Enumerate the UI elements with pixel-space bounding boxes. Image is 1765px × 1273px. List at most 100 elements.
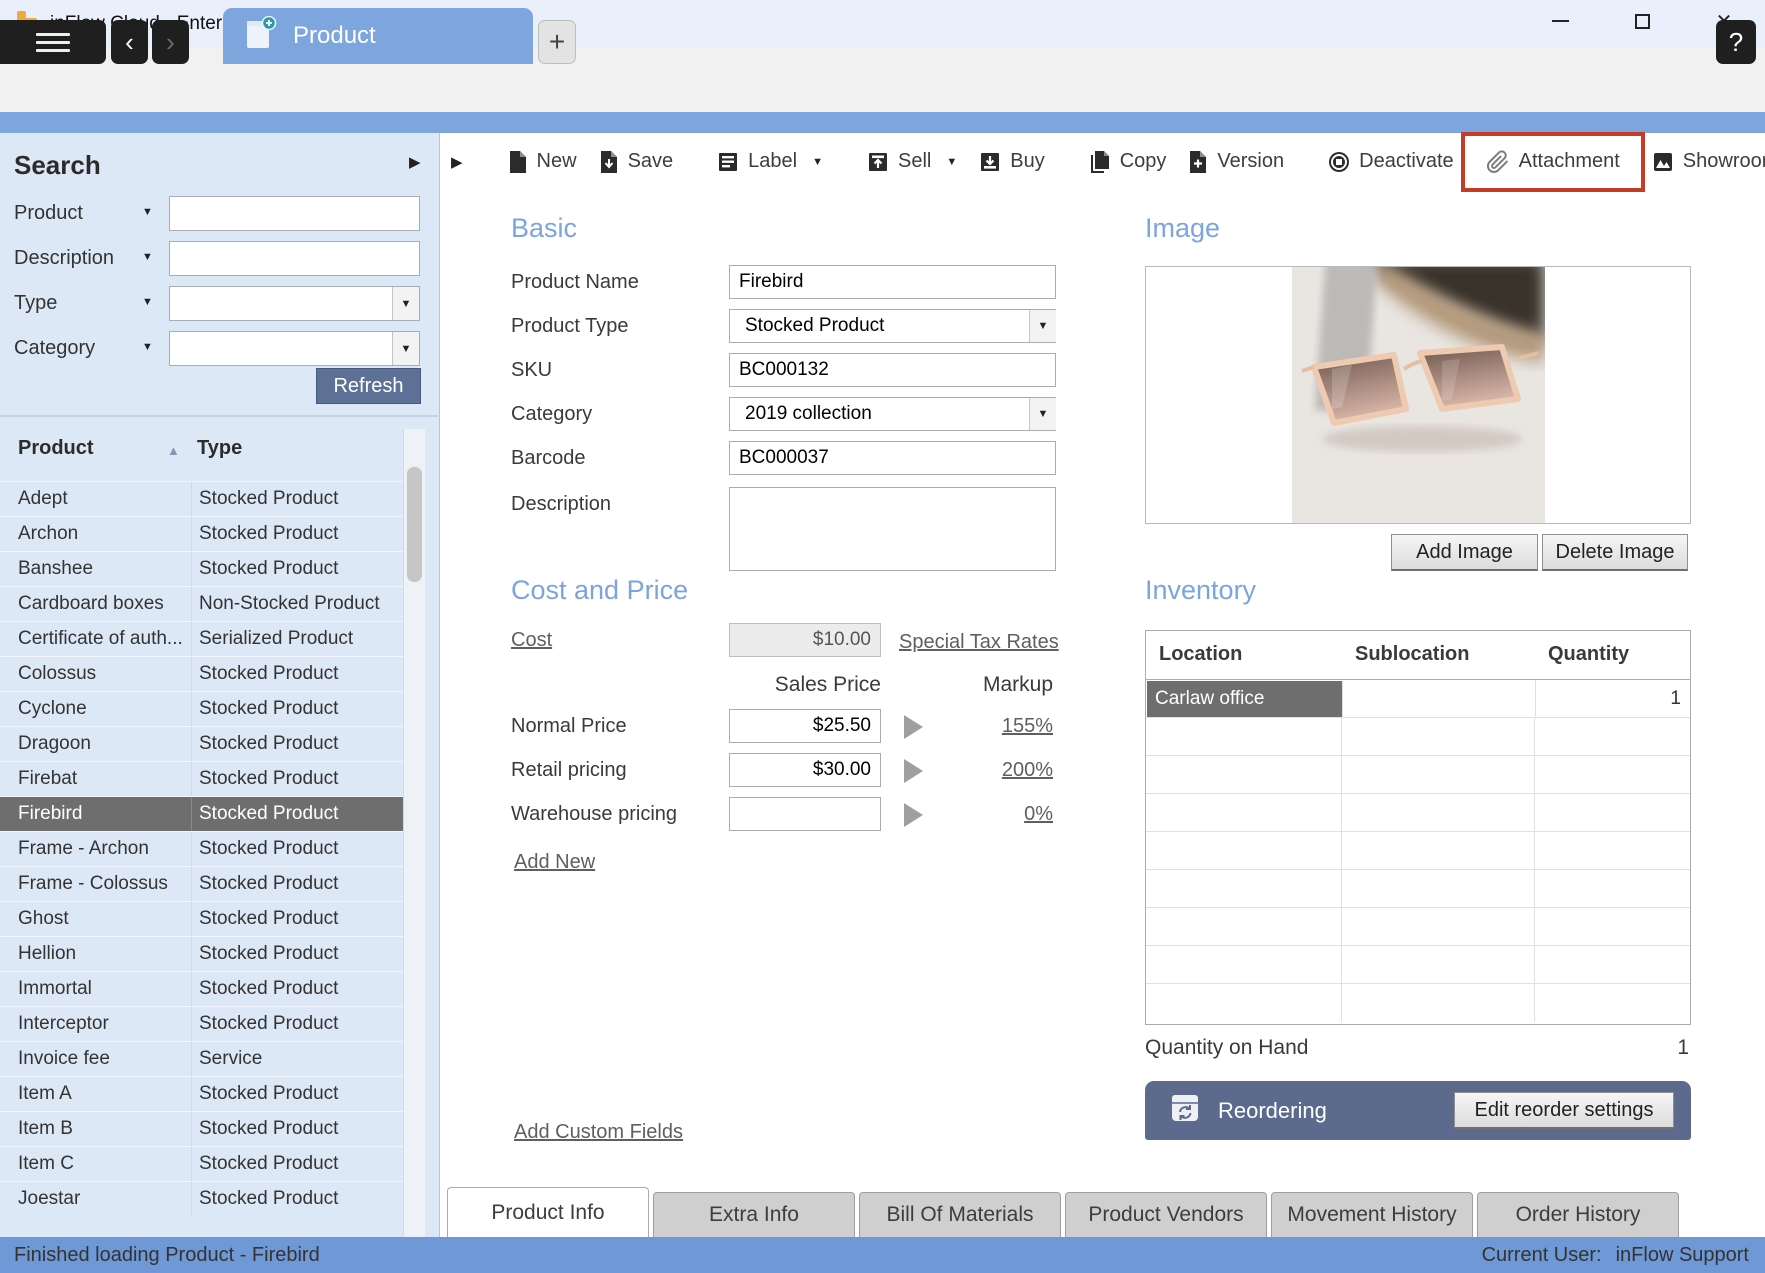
product-name-cell[interactable]: Firebird	[0, 797, 192, 831]
product-list-row[interactable]: Invoice feeService	[0, 1041, 403, 1076]
add-new-link[interactable]: Add New	[514, 851, 595, 874]
product-type-cell[interactable]: Service	[192, 1042, 403, 1076]
product-type-cell[interactable]: Stocked Product	[192, 937, 403, 971]
version-button[interactable]: Version	[1177, 144, 1295, 180]
inventory-row[interactable]: Carlaw office 1	[1146, 680, 1690, 718]
quantity-cell[interactable]: 1	[1536, 680, 1690, 717]
search-type-input[interactable]	[169, 286, 420, 321]
quantity-cell[interactable]	[1535, 870, 1690, 907]
product-list-row[interactable]: Frame - ColossusStocked Product	[0, 866, 403, 901]
product-list-row[interactable]: HellionStocked Product	[0, 936, 403, 971]
product-name-cell[interactable]: Item B	[0, 1112, 192, 1146]
add-custom-fields-link[interactable]: Add Custom Fields	[514, 1121, 683, 1144]
product-list-row[interactable]: Item BStocked Product	[0, 1111, 403, 1146]
location-cell[interactable]	[1146, 870, 1342, 907]
sublocation-cell[interactable]	[1342, 794, 1535, 831]
sublocation-cell[interactable]	[1342, 908, 1535, 945]
product-list-scrollbar[interactable]	[403, 429, 425, 1237]
field-options-caret-icon[interactable]: ▼	[142, 206, 153, 218]
product-name-cell[interactable]: Item A	[0, 1077, 192, 1111]
product-list-row[interactable]: Certificate of auth...Serialized Product	[0, 621, 403, 656]
product-name-cell[interactable]: Certificate of auth...	[0, 622, 192, 656]
retail-markup-link[interactable]: 200%	[941, 759, 1053, 782]
sublocation-cell[interactable]	[1342, 832, 1535, 869]
help-button[interactable]: ?	[1716, 20, 1756, 64]
delete-image-button[interactable]: Delete Image	[1542, 534, 1688, 571]
copy-button[interactable]: Copy	[1078, 144, 1178, 180]
location-cell[interactable]	[1146, 756, 1342, 793]
sidebar-collapse-arrow-icon[interactable]: ▶	[409, 153, 421, 171]
sell-button[interactable]: Sell ▼	[856, 144, 968, 179]
product-type-cell[interactable]: Stocked Product	[192, 727, 403, 761]
field-options-caret-icon[interactable]: ▼	[142, 341, 153, 353]
product-list-row[interactable]: GhostStocked Product	[0, 901, 403, 936]
product-name-field[interactable]	[729, 265, 1056, 299]
inventory-row[interactable]	[1146, 908, 1690, 946]
buy-button[interactable]: Buy	[968, 144, 1055, 179]
back-button[interactable]: ‹	[111, 20, 148, 64]
inventory-row[interactable]	[1146, 832, 1690, 870]
inventory-row[interactable]	[1146, 756, 1690, 794]
product-type-cell[interactable]: Stocked Product	[192, 482, 403, 516]
field-options-caret-icon[interactable]: ▼	[142, 296, 153, 308]
quantity-cell[interactable]	[1535, 908, 1690, 945]
search-type-dropdown-button[interactable]: ▼	[392, 287, 419, 320]
location-cell[interactable]: Carlaw office	[1147, 681, 1343, 717]
product-name-cell[interactable]: Adept	[0, 482, 192, 516]
warehouse-price-field[interactable]	[729, 797, 881, 831]
add-image-button[interactable]: Add Image	[1391, 534, 1538, 571]
field-options-caret-icon[interactable]: ▼	[142, 251, 153, 263]
refresh-button[interactable]: Refresh	[316, 368, 421, 404]
product-name-cell[interactable]: Cardboard boxes	[0, 587, 192, 621]
deactivate-button[interactable]: Deactivate	[1317, 144, 1465, 179]
minimize-button[interactable]	[1519, 0, 1601, 42]
product-list-row[interactable]: ArchonStocked Product	[0, 516, 403, 551]
showroom-button[interactable]: Showroom ▼	[1641, 144, 1765, 179]
special-tax-rates-link[interactable]: Special Tax Rates	[899, 631, 1059, 654]
inventory-row[interactable]	[1146, 870, 1690, 908]
product-type-cell[interactable]: Non-Stocked Product	[192, 587, 403, 621]
search-product-input[interactable]	[169, 196, 420, 231]
quantity-cell[interactable]	[1535, 832, 1690, 869]
new-tab-button[interactable]: +	[538, 20, 576, 64]
product-name-cell[interactable]: Colossus	[0, 657, 192, 691]
search-description-input[interactable]	[169, 241, 420, 276]
product-name-cell[interactable]: Hellion	[0, 937, 192, 971]
new-button[interactable]: New	[497, 144, 588, 180]
sublocation-cell[interactable]	[1342, 946, 1535, 983]
description-field[interactable]	[729, 487, 1056, 571]
normal-price-field[interactable]	[729, 709, 881, 743]
normal-markup-link[interactable]: 155%	[941, 715, 1053, 738]
product-name-cell[interactable]: Cyclone	[0, 692, 192, 726]
product-name-cell[interactable]: Frame - Archon	[0, 832, 192, 866]
apply-price-arrow-icon[interactable]	[904, 759, 923, 783]
barcode-field[interactable]	[729, 441, 1056, 475]
tab-product-info[interactable]: Product Info	[447, 1187, 649, 1237]
quantity-cell[interactable]	[1535, 984, 1690, 1022]
location-cell[interactable]	[1146, 718, 1342, 755]
inventory-row[interactable]	[1146, 794, 1690, 832]
product-name-cell[interactable]: Frame - Colossus	[0, 867, 192, 901]
location-cell[interactable]	[1146, 794, 1342, 831]
label-button[interactable]: Label ▼	[706, 144, 834, 179]
tab-product-vendors[interactable]: Product Vendors	[1065, 1192, 1267, 1237]
tab-product[interactable]: Product	[223, 8, 533, 64]
product-type-cell[interactable]: Stocked Product	[192, 972, 403, 1006]
tab-movement-history[interactable]: Movement History	[1271, 1192, 1473, 1237]
sku-field[interactable]	[729, 353, 1056, 387]
product-list-row[interactable]: BansheeStocked Product	[0, 551, 403, 586]
product-type-cell[interactable]: Stocked Product	[192, 902, 403, 936]
product-list-row[interactable]: AdeptStocked Product	[0, 481, 403, 516]
location-cell[interactable]	[1146, 832, 1342, 869]
quantity-cell[interactable]	[1535, 946, 1690, 983]
product-list-row[interactable]: Cardboard boxesNon-Stocked Product	[0, 586, 403, 621]
product-type-cell[interactable]: Stocked Product	[192, 832, 403, 866]
product-list-row[interactable]: Item AStocked Product	[0, 1076, 403, 1111]
search-category-dropdown-button[interactable]: ▼	[392, 332, 419, 365]
column-header-type[interactable]: Type	[197, 437, 242, 460]
product-type-cell[interactable]: Stocked Product	[192, 867, 403, 901]
quantity-cell[interactable]	[1535, 794, 1690, 831]
inventory-row[interactable]	[1146, 946, 1690, 984]
product-name-cell[interactable]: Banshee	[0, 552, 192, 586]
category-dropdown-button[interactable]: ▼	[1029, 398, 1056, 430]
